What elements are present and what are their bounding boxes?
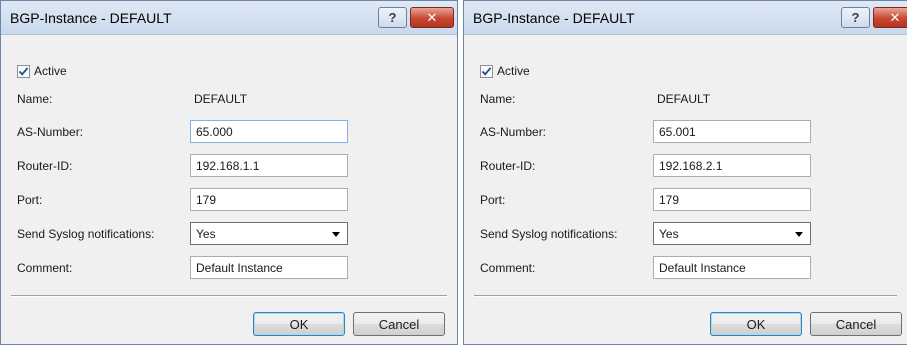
name-value: DEFAULT — [657, 92, 711, 106]
as-number-input[interactable]: 65.000 — [190, 120, 348, 143]
close-button[interactable]: ✕ — [410, 7, 454, 28]
comment-input[interactable]: Default Instance — [190, 256, 348, 279]
active-label: Active — [34, 64, 67, 78]
ok-button[interactable]: OK — [710, 312, 802, 336]
bgp-instance-dialog-right: BGP-Instance - DEFAULT ? ✕ Active Name: … — [463, 0, 907, 345]
dialog-title: BGP-Instance - DEFAULT — [473, 10, 635, 26]
cancel-button[interactable]: Cancel — [353, 312, 445, 336]
name-label: Name: — [17, 92, 53, 106]
syslog-label: Send Syslog notifications: — [17, 227, 155, 241]
comment-label: Comment: — [480, 261, 536, 275]
comment-input[interactable]: Default Instance — [653, 256, 811, 279]
router-id-label: Router-ID: — [480, 159, 536, 173]
ok-button[interactable]: OK — [253, 312, 345, 336]
syslog-select[interactable]: Yes — [190, 222, 348, 245]
checkmark-icon — [18, 67, 29, 76]
as-number-input[interactable]: 65.001 — [653, 120, 811, 143]
checkmark-icon — [481, 67, 492, 76]
separator — [11, 295, 447, 297]
chevron-down-icon — [332, 232, 340, 237]
active-checkbox[interactable] — [17, 65, 30, 78]
cancel-button[interactable]: Cancel — [810, 312, 902, 336]
as-number-label: AS-Number: — [17, 125, 84, 139]
help-button[interactable]: ? — [378, 7, 407, 28]
chevron-down-icon — [795, 232, 803, 237]
comment-label: Comment: — [17, 261, 73, 275]
help-button[interactable]: ? — [841, 7, 870, 28]
close-button[interactable]: ✕ — [873, 7, 907, 28]
router-id-input[interactable]: 192.168.1.1 — [190, 154, 348, 177]
title-bar: BGP-Instance - DEFAULT ? ✕ — [1, 1, 457, 35]
syslog-label: Send Syslog notifications: — [480, 227, 618, 241]
syslog-selected-value: Yes — [659, 227, 679, 241]
title-bar: BGP-Instance - DEFAULT ? ✕ — [464, 1, 907, 35]
name-value: DEFAULT — [194, 92, 248, 106]
port-label: Port: — [17, 193, 43, 207]
separator — [474, 295, 897, 297]
active-label: Active — [497, 64, 530, 78]
bgp-instance-dialog-left: BGP-Instance - DEFAULT ? ✕ Active Name: … — [0, 0, 458, 345]
syslog-select[interactable]: Yes — [653, 222, 811, 245]
port-input[interactable]: 179 — [653, 188, 811, 211]
dialog-title: BGP-Instance - DEFAULT — [10, 10, 172, 26]
syslog-selected-value: Yes — [196, 227, 216, 241]
name-label: Name: — [480, 92, 516, 106]
port-label: Port: — [480, 193, 506, 207]
as-number-label: AS-Number: — [480, 125, 547, 139]
router-id-input[interactable]: 192.168.2.1 — [653, 154, 811, 177]
active-checkbox[interactable] — [480, 65, 493, 78]
port-input[interactable]: 179 — [190, 188, 348, 211]
router-id-label: Router-ID: — [17, 159, 73, 173]
